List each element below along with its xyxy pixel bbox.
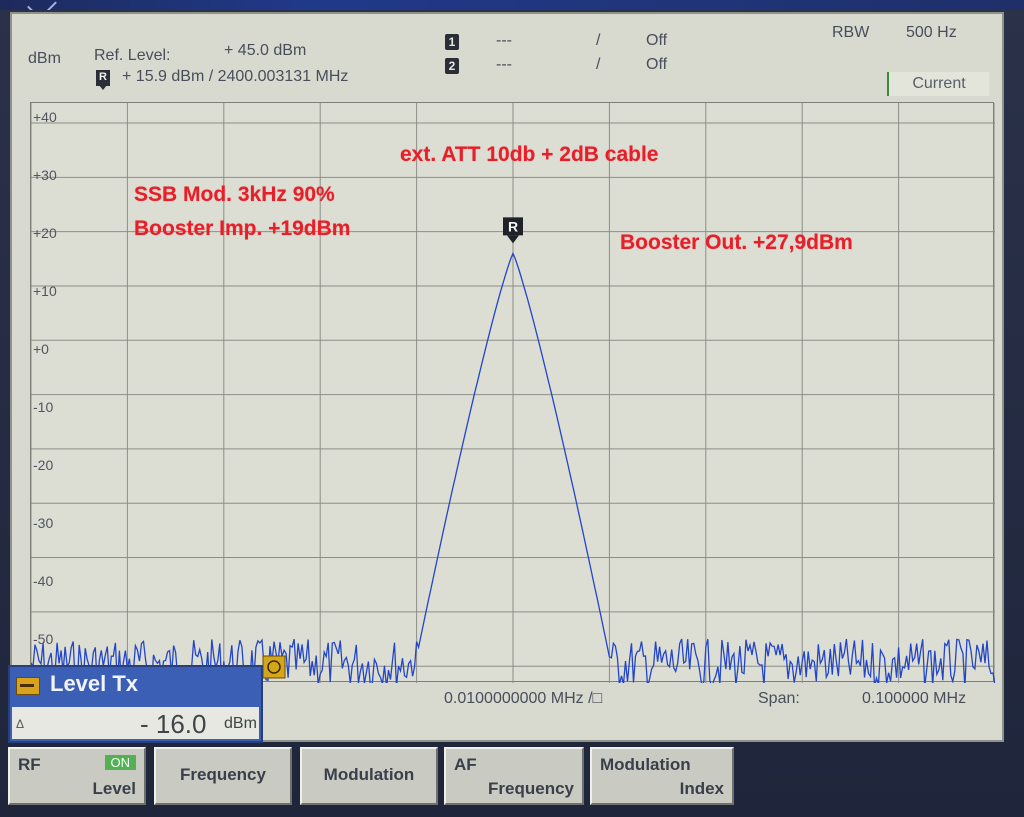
softkey-af-label: AF [454, 755, 477, 774]
ref-level-value[interactable]: + 45.0 dBm [224, 42, 306, 60]
center-frequency[interactable]: 0.0100000000 MHz /□ [444, 690, 602, 708]
marker-1-icon[interactable]: 1 [445, 34, 459, 50]
header: dBm Ref. Level: + 45.0 dBm R + 15.9 dBm … [12, 14, 1002, 104]
softkey-rf-level[interactable]: RF ON Level [8, 747, 146, 805]
marker-2-value: --- [496, 56, 512, 73]
ref-level-label: Ref. Level: [94, 47, 171, 64]
span-label: Span: [758, 690, 800, 707]
softkey-mod-label: Modulation [600, 755, 691, 774]
rbw-value: 500 Hz [906, 24, 957, 41]
marker-2-state: Off [646, 56, 668, 73]
y-tick-label: -50 [33, 631, 54, 647]
y-tick-label: +40 [33, 109, 57, 125]
span-value[interactable]: 0.100000 MHz [862, 690, 966, 708]
ref-marker-icon: R [96, 70, 110, 90]
delta-icon: Δ [16, 717, 25, 731]
softkey-frequency[interactable]: Frequency [154, 747, 292, 805]
y-tick-label: +20 [33, 225, 57, 241]
y-tick-label: +30 [33, 167, 57, 183]
softkey-index-label: Index [679, 779, 724, 798]
marker-1-state: Off [646, 32, 668, 49]
y-tick-label: -20 [33, 457, 54, 473]
rbw-label: RBW [832, 24, 870, 41]
softkey-af-frequency-label: Frequency [488, 779, 574, 798]
marker-2-sep: / [596, 56, 601, 73]
y-tick-label: +0 [33, 341, 49, 357]
softkey-rf-label: RF [18, 755, 41, 774]
marker-1-sep: / [596, 32, 601, 49]
y-tick-label: -10 [33, 399, 54, 415]
level-tx-value[interactable]: - 16.0 [140, 709, 207, 740]
status-badge: ON [104, 755, 136, 770]
trace-mode-indicator[interactable]: Current [887, 72, 989, 96]
y-tick-label: -30 [33, 515, 54, 531]
softkey-af-frequency[interactable]: AF Frequency [444, 747, 584, 805]
marker-1-value: --- [496, 32, 512, 49]
level-marker-icon [262, 655, 286, 679]
unit-label: dBm [28, 50, 61, 67]
level-tx-title: Level Tx [50, 671, 139, 696]
ref-marker-label: R [508, 218, 518, 234]
annotation-booster-in: Booster Imp. +19dBm [134, 217, 351, 240]
y-tick-label: -40 [33, 573, 54, 589]
level-tx-input[interactable]: Δ - 16.0 dBm [12, 707, 259, 739]
annotation-modulation: SSB Mod. 3kHz 90% [134, 183, 335, 206]
marker-2-icon[interactable]: 2 [445, 58, 459, 74]
softkey-modulation[interactable]: Modulation [300, 747, 438, 805]
softkey-modulation-label: Modulation [323, 765, 415, 784]
softkey-modulation-index[interactable]: Modulation Index [590, 747, 734, 805]
level-tx-panel[interactable]: Level Tx Δ - 16.0 dBm [8, 665, 263, 743]
level-tx-unit: dBm [224, 715, 257, 732]
softkey-frequency-label: Frequency [180, 765, 266, 784]
ref-marker-pointer [507, 235, 519, 244]
analyzer-screen: dBm Ref. Level: + 45.0 dBm R + 15.9 dBm … [10, 12, 1004, 742]
softkey-level-label: Level [92, 779, 136, 798]
marker-readout: + 15.9 dBm / 2400.003131 MHz [122, 68, 349, 85]
toolbar-icon[interactable] [16, 677, 40, 695]
annotation-booster-out: Booster Out. +27,9dBm [620, 231, 853, 254]
y-tick-label: +10 [33, 283, 57, 299]
annotation-attenuation: ext. ATT 10db + 2dB cable [400, 143, 659, 166]
